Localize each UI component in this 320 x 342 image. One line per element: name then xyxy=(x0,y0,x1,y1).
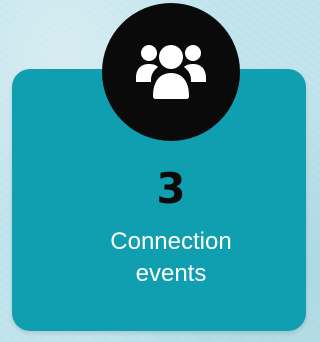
users-icon xyxy=(136,45,206,99)
stat-label: Connection events xyxy=(110,228,232,287)
icon-badge xyxy=(102,3,240,141)
stat-value: 3 xyxy=(156,164,186,213)
